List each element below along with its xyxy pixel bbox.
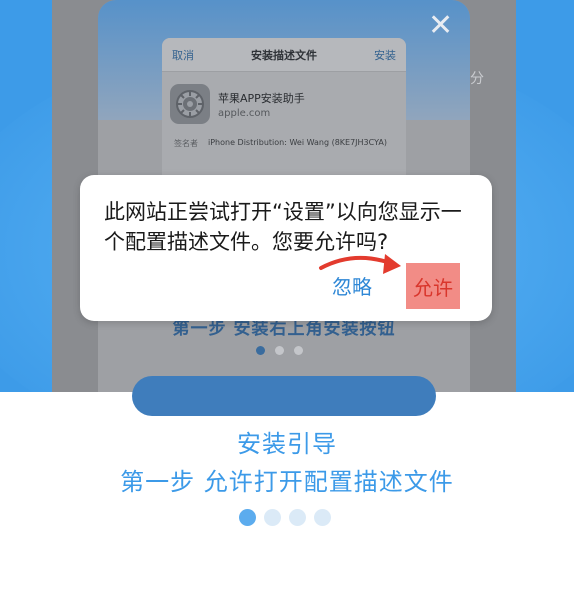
profile-domain: apple.com: [218, 107, 271, 119]
background-install-button: [132, 376, 436, 416]
guide-step-text: 第一步 允许打开配置描述文件: [120, 468, 454, 496]
alert-message: 此网站正尝试打开“设置”以向您显示一个配置描述文件。您要允许吗?: [104, 200, 462, 254]
page-dot: [256, 346, 265, 355]
page-dot-4[interactable]: [314, 509, 331, 526]
signed-by-value: iPhone Distribution: Wei Wang (8KE7JH3CY…: [208, 138, 387, 147]
close-icon[interactable]: ✕: [428, 11, 453, 41]
partial-text: 分: [470, 71, 484, 87]
profile-row: 苹果APP安装助手 apple.com: [162, 72, 406, 132]
signed-by-label: 签名者: [174, 139, 198, 148]
sheet-title: 安装描述文件: [251, 48, 317, 62]
allow-button[interactable]: 允许: [406, 263, 460, 309]
sheet-header: 取消 安装描述文件 安装: [162, 38, 406, 72]
cancel-button[interactable]: 取消: [172, 47, 194, 63]
pagination-dots: [239, 509, 331, 526]
signed-by-row: 签名者 iPhone Distribution: Wei Wang (8KE7J…: [162, 132, 406, 155]
install-button[interactable]: 安装: [374, 47, 396, 63]
background-pagination: [256, 346, 303, 355]
settings-gear-icon: [170, 84, 210, 124]
page-dot: [294, 346, 303, 355]
page-dot-2[interactable]: [264, 509, 281, 526]
page-dot-3[interactable]: [289, 509, 306, 526]
pointer-arrow-icon: [319, 254, 401, 274]
page-dot-1[interactable]: [239, 509, 256, 526]
profile-name: 苹果APP安装助手: [218, 91, 305, 105]
guide-title: 安装引导: [237, 430, 337, 458]
permission-alert: 此网站正尝试打开“设置”以向您显示一个配置描述文件。您要允许吗? 忽略 允许: [80, 175, 492, 321]
page-dot: [275, 346, 284, 355]
